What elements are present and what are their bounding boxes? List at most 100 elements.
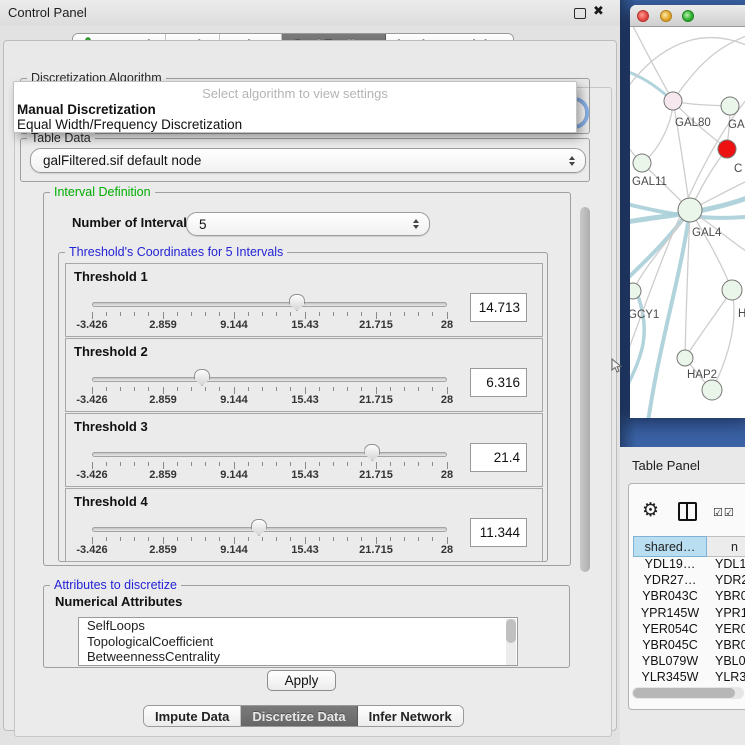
slider-tick <box>248 537 249 541</box>
slider-track[interactable] <box>92 377 447 382</box>
dropdown-prompt-item[interactable]: Select algorithm to view settings <box>14 86 576 101</box>
slider-tick <box>390 462 391 466</box>
table-row[interactable]: YDL19…YDL1 <box>633 557 745 573</box>
threshold-value-field[interactable]: 14.713 <box>470 293 527 322</box>
table-cell: YPR1 <box>707 606 745 622</box>
tab-infer-network[interactable]: Infer Network <box>358 706 463 726</box>
slider-tick <box>205 312 206 316</box>
slider-tick <box>447 387 448 394</box>
network-graph[interactable]: GAL80GACGAL11GAL4GCY1HHAP2 <box>630 27 745 418</box>
dropdown-option[interactable]: Equal Width/Frequency Discretization <box>17 117 242 132</box>
slider-tick <box>432 312 433 316</box>
network-node[interactable] <box>633 154 651 172</box>
slider-tick <box>333 312 334 316</box>
network-node[interactable] <box>677 350 693 366</box>
slider-tick <box>177 312 178 316</box>
threshold-value-field[interactable]: 6.316 <box>470 368 527 397</box>
close-traffic-light-icon[interactable] <box>637 10 649 22</box>
slider-tick <box>134 312 135 316</box>
table-cell: YBR045C <box>633 638 707 654</box>
dropdown-option[interactable]: Manual Discretization <box>17 102 156 117</box>
number-of-intervals-combobox[interactable]: 5 <box>186 212 430 236</box>
slider-tick <box>319 312 320 316</box>
slider-tick <box>148 537 149 541</box>
table-horizontal-scrollbar[interactable] <box>632 687 744 699</box>
table-row[interactable]: YDR27…YDR2 <box>633 573 745 589</box>
slider-thumb[interactable] <box>289 294 305 311</box>
slider-tick <box>219 312 220 316</box>
node-table: shared…nYDL19…YDL1YDR27…YDR2YBR043CYBR0Y… <box>633 536 745 690</box>
slider-thumb[interactable] <box>251 519 267 536</box>
slider-tick <box>262 537 263 541</box>
table-data-combobox[interactable]: galFiltered.sif default node <box>30 148 586 173</box>
slider-track[interactable] <box>92 302 447 307</box>
group-title: Table Data <box>27 131 95 145</box>
slider-tick-label: 9.144 <box>206 394 262 406</box>
slider-tick-label: 21.715 <box>348 469 404 481</box>
slider-thumb[interactable] <box>364 444 380 461</box>
slider-tick <box>106 312 107 316</box>
list-scrollbar[interactable] <box>506 619 516 666</box>
group-title: Attributes to discretize <box>50 578 181 592</box>
attribute-list-item[interactable]: TopologicalCoefficient <box>79 634 517 650</box>
network-node[interactable] <box>678 198 702 222</box>
slider-tick <box>134 537 135 541</box>
network-node[interactable] <box>664 92 682 110</box>
table-row[interactable]: YBR043CYBR0 <box>633 589 745 605</box>
minimize-traffic-light-icon[interactable] <box>660 10 672 22</box>
gear-icon[interactable]: ⚙ <box>642 499 659 521</box>
table-row[interactable]: YBR045CYBR0 <box>633 638 745 654</box>
slider-thumb[interactable] <box>194 369 210 386</box>
network-node[interactable] <box>718 140 736 158</box>
float-window-icon[interactable] <box>574 8 586 19</box>
column-header[interactable]: shared… <box>633 536 707 557</box>
stepper-arrows-icon <box>569 156 575 166</box>
slider-tick-label: 28 <box>419 469 475 481</box>
slider-tick <box>319 537 320 541</box>
slider-tick <box>191 312 192 316</box>
attribute-list-item[interactable]: BetweennessCentrality <box>79 649 517 665</box>
slider-tick <box>390 387 391 391</box>
table-panel: Table Panel ⚙ ☑☑ shared…nYDL19…YDL1YDR27… <box>620 447 745 745</box>
slider-tick <box>361 462 362 466</box>
network-node[interactable] <box>722 280 742 300</box>
slider-tick-label: 28 <box>419 319 475 331</box>
table-row[interactable]: YPR145WYPR1 <box>633 606 745 622</box>
apply-button[interactable]: Apply <box>267 670 336 691</box>
table-cell: YLR345W <box>633 670 707 686</box>
threshold-value-field[interactable]: 11.344 <box>470 518 527 547</box>
network-node[interactable] <box>702 380 722 400</box>
table-row[interactable]: YER054CYER0 <box>633 622 745 638</box>
slider-tick <box>447 312 448 319</box>
slider-tick <box>305 387 306 394</box>
right-pane: GAL80GACGAL11GAL4GCY1HHAP2 Table Panel ⚙… <box>620 0 745 745</box>
checkbox-icons[interactable]: ☑☑ <box>713 506 735 519</box>
panel-vertical-scrollbar[interactable] <box>580 207 590 572</box>
table-panel-title: Table Panel <box>632 458 700 473</box>
node-label: C <box>734 163 742 175</box>
numerical-attributes-list[interactable]: SelfLoopsTopologicalCoefficientBetweenne… <box>78 617 518 666</box>
zoom-traffic-light-icon[interactable] <box>682 10 694 22</box>
table-row[interactable]: YBL079WYBL0 <box>633 654 745 670</box>
network-node[interactable] <box>630 283 641 299</box>
slider-tick-label: 9.144 <box>206 469 262 481</box>
table-row[interactable]: YLR345WYLR3 <box>633 670 745 686</box>
slider-tick <box>290 462 291 466</box>
column-header[interactable]: n <box>707 536 745 557</box>
columns-icon[interactable] <box>678 502 697 521</box>
group-title: Interval Definition <box>50 185 155 199</box>
table-panel-body: ⚙ ☑☑ shared…nYDL19…YDL1YDR27…YDR2YBR043C… <box>628 483 745 710</box>
slider-tick <box>361 387 362 391</box>
threshold-value-field[interactable]: 21.4 <box>470 443 527 472</box>
network-view-window[interactable]: GAL80GACGAL11GAL4GCY1HHAP2 <box>630 5 745 418</box>
slider-tick <box>305 462 306 469</box>
tab-impute-data[interactable]: Impute Data <box>144 706 241 726</box>
slider-track[interactable] <box>92 452 447 457</box>
network-node[interactable] <box>721 97 739 115</box>
slider-track[interactable] <box>92 527 447 532</box>
slider-tick <box>120 312 121 316</box>
attribute-list-item[interactable]: SelfLoops <box>79 618 517 634</box>
slider-tick-label: 15.43 <box>277 319 333 331</box>
close-icon[interactable]: ✖ <box>593 4 604 19</box>
tab-discretize-data[interactable]: Discretize Data <box>241 706 357 726</box>
